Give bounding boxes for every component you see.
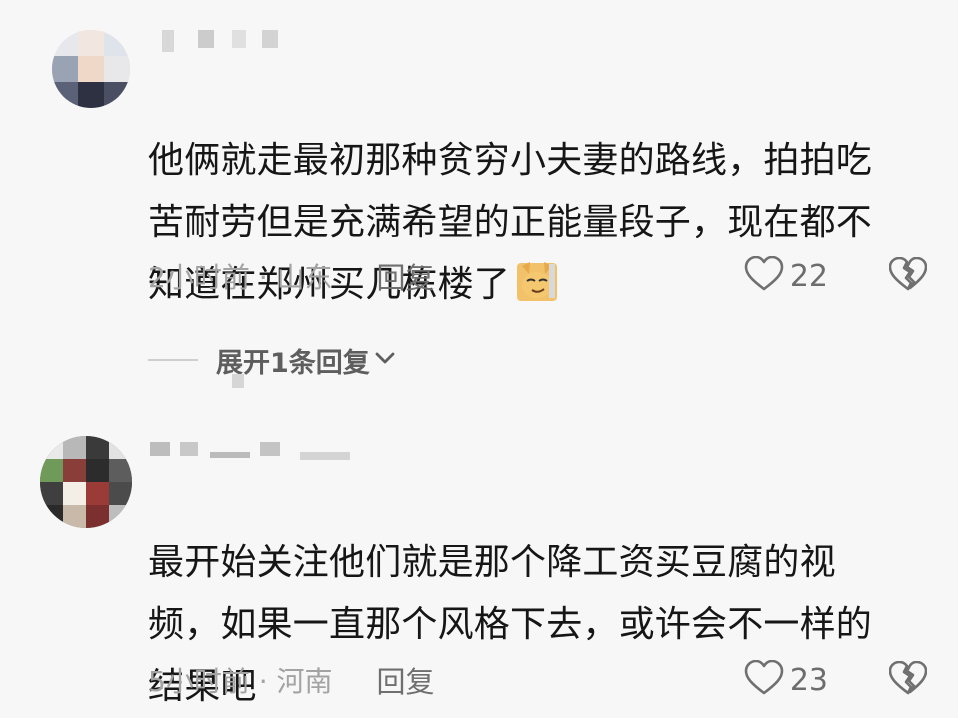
divider-line (148, 359, 198, 361)
reply-button[interactable]: 回复 (377, 659, 435, 701)
like-count: 23 (789, 662, 828, 698)
comment-meta: 5小时前 · 河南 回复 23 (148, 659, 928, 701)
like-button[interactable]: 23 (744, 659, 828, 700)
comment-time-location: 2小时前 · 山东 (148, 261, 333, 294)
chevron-down-icon (374, 350, 396, 370)
avatar[interactable] (52, 30, 130, 108)
expand-replies-button[interactable]: 展开1条回复 (148, 340, 396, 380)
avatar[interactable] (40, 436, 132, 528)
comment-time-location: 5小时前 · 河南 (148, 665, 333, 698)
like-button[interactable]: 22 (744, 255, 828, 296)
comment-item: 他俩就走最初那种贫穷小夫妻的路线，拍拍吃 苦耐劳但是充满希望的正能量段子，现在都… (0, 0, 958, 330)
comment-meta: 2小时前 · 山东 回复 22 (148, 255, 928, 297)
scroll-indicator (232, 374, 244, 388)
broken-heart-icon (888, 660, 928, 699)
dislike-button[interactable] (888, 256, 928, 296)
heart-outline-icon (744, 659, 784, 700)
reply-button[interactable]: 回复 (377, 255, 435, 297)
comment-item: 最开始关注他们就是那个降工资买豆腐的视 频，如果一直那个风格下去，或许会不一样的… (0, 420, 958, 712)
broken-heart-icon (888, 256, 928, 295)
heart-outline-icon (744, 255, 784, 296)
like-count: 22 (789, 258, 828, 294)
dislike-button[interactable] (888, 660, 928, 700)
